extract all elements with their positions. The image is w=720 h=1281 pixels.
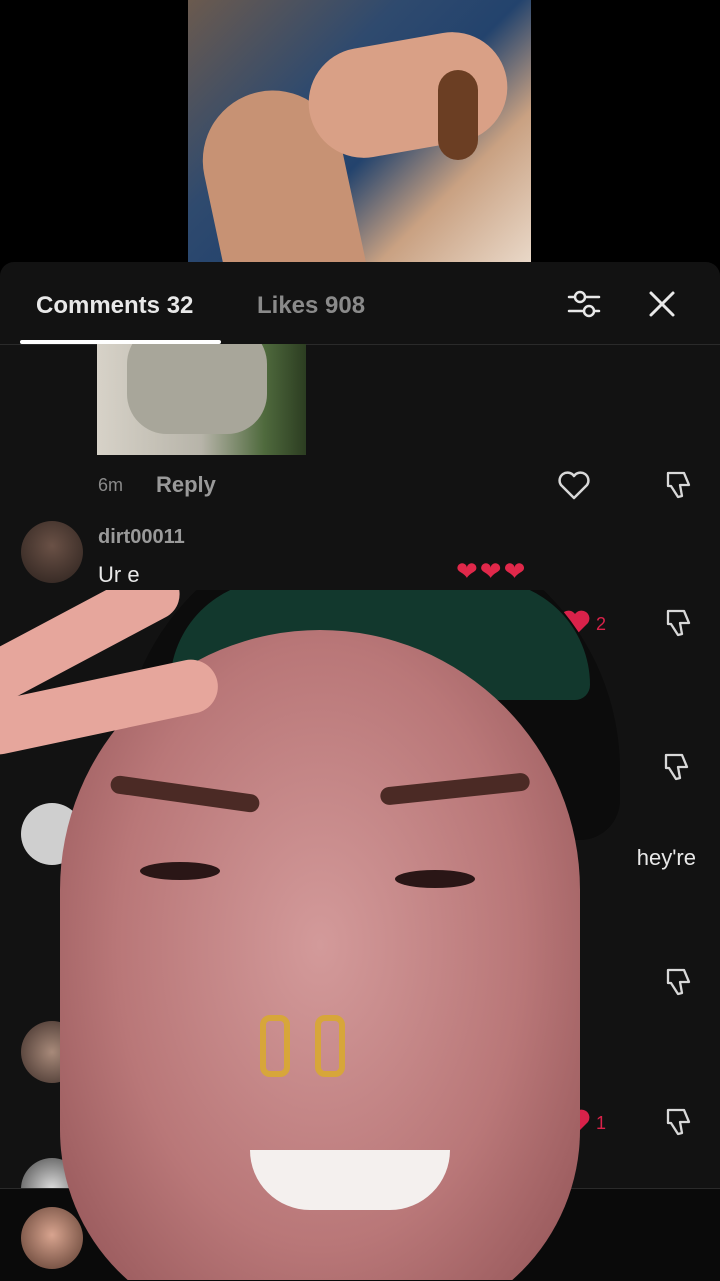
dislike-icon[interactable] — [662, 607, 694, 639]
avatar[interactable] — [21, 521, 83, 583]
heart-outline-icon[interactable] — [557, 470, 591, 500]
overlay-brow — [109, 774, 261, 814]
video-hand — [299, 23, 517, 167]
overlay-mouth — [250, 1150, 450, 1210]
overlay-face — [60, 630, 580, 1280]
comment-image[interactable] — [97, 344, 306, 455]
camera-overlay-video[interactable] — [0, 590, 640, 1280]
reply-button[interactable]: Reply — [156, 472, 216, 498]
dislike-icon[interactable] — [662, 469, 694, 501]
overlay-eye — [140, 862, 220, 880]
overlay-eye — [395, 870, 475, 888]
comment-username[interactable]: dirt00011 — [98, 526, 185, 549]
video-bracelet — [438, 70, 478, 160]
dislike-icon[interactable] — [662, 966, 694, 998]
comment-text: hey're — [636, 845, 696, 870]
tab-comments[interactable]: Comments 32 — [36, 292, 193, 320]
comment-text: Ur e — [98, 562, 140, 587]
comment-time: 6m — [98, 475, 124, 495]
overlay-ring — [315, 1015, 345, 1077]
overlay-ring — [260, 1015, 290, 1077]
comment-meta-row: 6m Reply — [0, 465, 720, 505]
filter-icon[interactable] — [566, 288, 602, 320]
overlay-brow — [379, 772, 531, 806]
sheet-tabs: Comments 32 Likes 908 — [0, 262, 720, 345]
close-icon[interactable] — [646, 288, 678, 320]
dislike-icon[interactable] — [662, 1106, 694, 1138]
dislike-icon[interactable] — [660, 751, 692, 783]
comment-emoji: ❤❤❤ — [456, 556, 528, 586]
top-video-feed[interactable] — [188, 0, 531, 262]
tab-likes[interactable]: Likes 908 — [257, 292, 365, 320]
image-person — [127, 344, 267, 434]
